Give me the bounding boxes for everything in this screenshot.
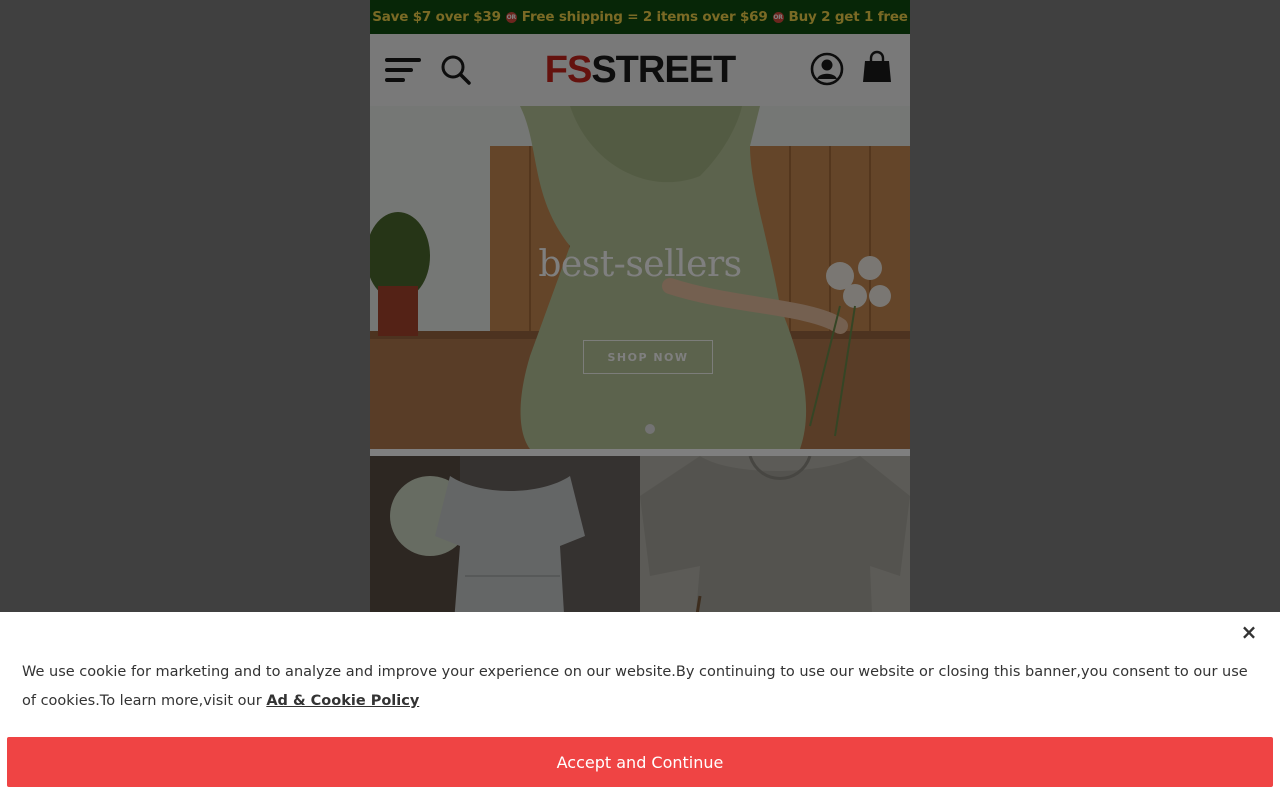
search-icon[interactable] bbox=[440, 54, 472, 90]
promo-text-2: Free shipping = 2 items over $69 bbox=[521, 9, 768, 25]
close-icon[interactable]: × bbox=[1239, 620, 1259, 644]
promo-separator-icon: OR bbox=[505, 11, 517, 23]
site-header: FS STREET bbox=[370, 34, 910, 106]
accept-and-continue-button[interactable]: Accept and Continue bbox=[7, 737, 1273, 787]
logo-fs: FS bbox=[544, 49, 593, 91]
site-logo[interactable]: FS STREET bbox=[532, 51, 748, 89]
cart-icon[interactable] bbox=[862, 50, 892, 88]
carousel-dot[interactable] bbox=[645, 424, 655, 434]
promo-separator-icon: OR bbox=[772, 11, 784, 23]
promo-bar[interactable]: Save $7 over $39 OR Free shipping = 2 it… bbox=[370, 0, 910, 34]
shop-now-button[interactable]: SHOP NOW bbox=[583, 340, 713, 374]
account-icon[interactable] bbox=[810, 52, 844, 90]
logo-street: STREET bbox=[591, 49, 736, 91]
promo-text-1: Save $7 over $39 bbox=[372, 9, 501, 25]
cookie-message: We use cookie for marketing and to analy… bbox=[22, 658, 1254, 716]
menu-icon[interactable] bbox=[384, 56, 422, 88]
cookie-message-text: We use cookie for marketing and to analy… bbox=[22, 664, 1248, 709]
hero-title: best-sellers bbox=[538, 244, 742, 285]
cookie-policy-link[interactable]: Ad & Cookie Policy bbox=[266, 693, 419, 709]
hero-banner[interactable]: best-sellers SHOP NOW bbox=[370, 106, 910, 449]
promo-text-3: Buy 2 get 1 free bbox=[788, 9, 908, 25]
